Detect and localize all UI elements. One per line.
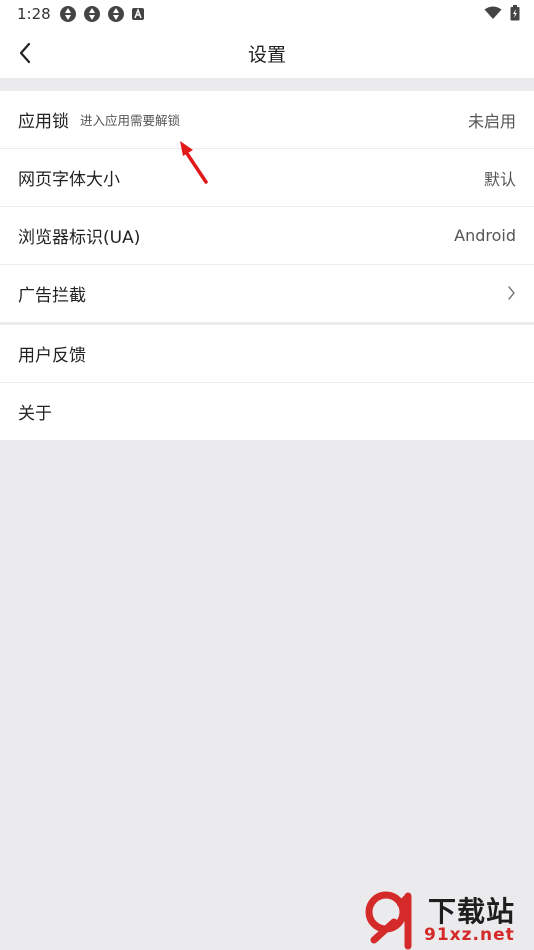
watermark: 下载站 91xz.net (364, 888, 534, 950)
status-notification-icons (59, 5, 145, 23)
watermark-title: 下载站 (428, 895, 516, 928)
setting-label: 用户反馈 (18, 346, 86, 366)
chevron-right-icon (508, 286, 515, 300)
watermark-url: 91xz.net (424, 925, 515, 945)
a-icon (132, 8, 144, 20)
status-bar: 1:28 (0, 0, 534, 28)
settings-group-general: 应用锁 进入应用需要解锁 未启用 网页字体大小 默认 浏览器标识(UA) And… (0, 91, 534, 322)
setting-subtitle: 进入应用需要解锁 (80, 113, 181, 128)
annotation-arrow-icon (180, 141, 208, 184)
setting-about[interactable]: 关于 (0, 383, 534, 440)
settings-group-misc: 用户反馈 关于 (0, 325, 534, 440)
setting-value: Android (454, 226, 516, 245)
app-icon (108, 6, 124, 22)
app-icon (84, 6, 100, 22)
setting-web-font-size[interactable]: 网页字体大小 默认 (0, 149, 534, 207)
setting-label: 浏览器标识(UA) (18, 228, 141, 248)
battery-charging-icon (510, 5, 520, 21)
page-title: 设置 (247, 44, 286, 66)
status-system-icons (484, 5, 520, 21)
setting-value: 默认 (483, 169, 516, 189)
watermark-logo-icon (365, 891, 412, 950)
header-bar: 设置 (0, 28, 534, 78)
wifi-icon (484, 6, 502, 19)
setting-label: 网页字体大小 (18, 170, 120, 190)
setting-label: 广告拦截 (18, 286, 86, 306)
setting-feedback[interactable]: 用户反馈 (0, 325, 534, 383)
app-icon (60, 6, 76, 22)
status-time: 1:28 (17, 5, 51, 23)
setting-value: 未启用 (467, 111, 516, 131)
setting-label: 关于 (18, 404, 52, 424)
setting-label: 应用锁 (18, 112, 69, 132)
setting-app-lock[interactable]: 应用锁 进入应用需要解锁 未启用 (0, 91, 534, 149)
setting-user-agent[interactable]: 浏览器标识(UA) Android (0, 207, 534, 265)
setting-ad-block[interactable]: 广告拦截 (0, 265, 534, 322)
